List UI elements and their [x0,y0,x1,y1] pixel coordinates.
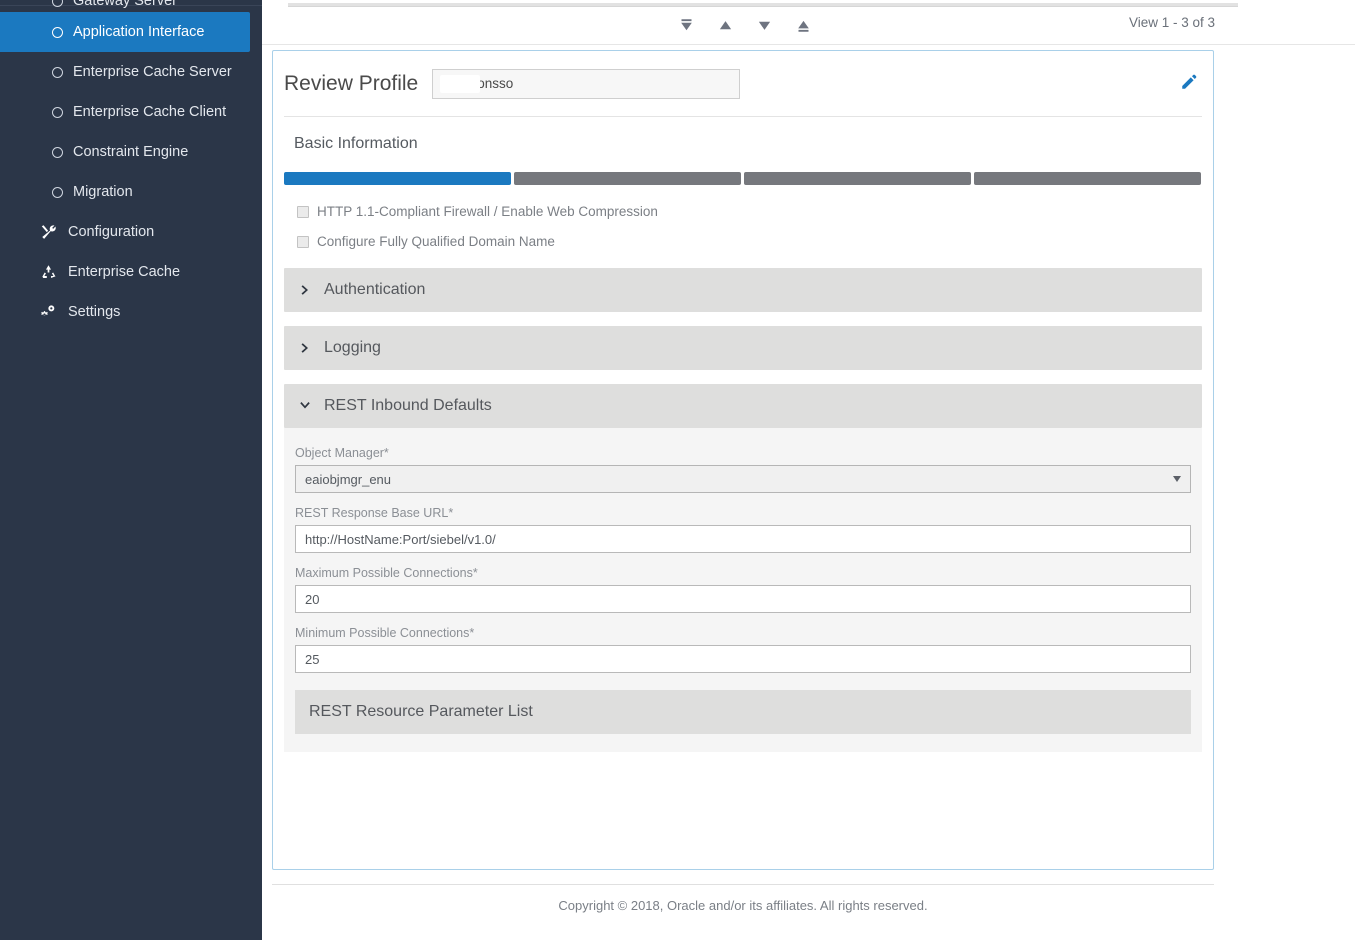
profile-progress-bar [284,172,1201,185]
circle-bullet-icon [52,146,63,158]
sidebar-item-configuration[interactable]: Configuration [0,212,250,252]
field-label: Maximum Possible Connections* [295,566,478,580]
circle-bullet-icon [52,186,63,198]
checkbox-row-fqdn[interactable]: Configure Fully Qualified Domain Name [297,234,1213,249]
chevron-right-icon [298,341,312,355]
sidebar-item-application-interface[interactable]: Application Interface [0,12,250,52]
pagination-count-label: View 1 - 3 of 3 [1128,15,1215,30]
circle-bullet-icon [52,66,63,78]
sidebar-item-label: Enterprise Cache Server [73,64,232,80]
top-panel-edge [262,0,1355,7]
maximum-possible-connections-input[interactable]: 20 [295,585,1191,613]
progress-segment-3 [744,172,971,185]
sidebar-item-list: Application Interface Enterprise Cache S… [0,12,262,332]
checkbox-configure-fqdn[interactable] [297,235,309,248]
sidebar-item-label: Migration [73,184,133,200]
accordion-header-authentication[interactable]: Authentication [284,268,1202,312]
sidebar-item-constraint-engine[interactable]: Constraint Engine [0,132,250,172]
accordion-header-rest-inbound-defaults[interactable]: REST Inbound Defaults [284,384,1202,428]
field-value: http://HostName:Port/siebel/v1.0/ [305,531,496,547]
pagination-button-group [667,11,823,39]
sidebar-item-enterprise-cache-client[interactable]: Enterprise Cache Client [0,92,250,132]
sidebar-item-label: Gateway Server [73,0,177,9]
basic-information-checkbox-group: HTTP 1.1-Compliant Firewall / Enable Web… [297,204,1213,249]
field-value: eaiobjmgr_enu [305,471,392,487]
circle-bullet-icon [52,26,63,38]
field-rest-response-base-url: REST Response Base URL* http://HostName:… [295,506,1191,553]
edit-profile-button[interactable] [1176,71,1202,97]
page-title: Review Profile [284,71,419,95]
field-value: 25 [305,651,320,667]
go-to-last-icon[interactable] [784,11,823,39]
go-to-next-icon[interactable] [745,11,784,39]
rest-inbound-defaults-panel: Object Manager* eaiobjmgr_enu REST Respo… [284,428,1202,752]
minimum-possible-connections-input[interactable]: 25 [295,645,1191,673]
progress-segment-2 [514,172,741,185]
checkbox-row-http-firewall[interactable]: HTTP 1.1-Compliant Firewall / Enable Web… [297,204,1213,219]
sidebar-item-enterprise-cache[interactable]: Enterprise Cache [0,252,250,292]
field-label: REST Response Base URL* [295,506,454,520]
field-maximum-possible-connections: Maximum Possible Connections* 20 [295,566,1191,613]
progress-segment-4 [974,172,1201,185]
redaction-overlay [440,74,481,93]
chevron-down-icon [298,399,312,413]
pencil-edit-icon [1180,73,1198,96]
accordion-group: Authentication Logging REST Inbound Defa… [284,268,1202,752]
circle-bullet-icon [52,0,63,7]
chevron-down-icon [1173,476,1181,482]
application-root: Gateway Server Application Interface Ent… [0,0,1355,940]
progress-segment-1 [284,172,511,185]
field-object-manager: Object Manager* eaiobjmgr_enu [295,446,1191,493]
accordion-header-logging[interactable]: Logging [284,326,1202,370]
card-header: Review Profile _all_nonsso [284,51,1202,117]
field-value: 20 [305,591,320,607]
sidebar-item-settings[interactable]: Settings [0,292,250,332]
accordion-title: Authentication [324,281,426,298]
accordion-title: Logging [324,339,381,356]
sub-panel-title: REST Resource Parameter List [309,703,533,720]
tools-icon [40,224,57,241]
sidebar-item-label: Enterprise Cache [68,264,181,280]
sidebar-item-label: Application Interface [73,24,205,40]
rest-response-base-url-input[interactable]: http://HostName:Port/siebel/v1.0/ [295,525,1191,553]
rest-resource-parameter-list-panel[interactable]: REST Resource Parameter List [295,690,1191,734]
checkbox-label: Configure Fully Qualified Domain Name [317,234,555,249]
go-to-first-icon[interactable] [667,11,706,39]
footer-copyright: Copyright © 2018, Oracle and/or its affi… [558,898,928,913]
accordion-title: REST Inbound Defaults [324,397,492,414]
recycle-icon [40,264,57,281]
sidebar-item-label: Settings [68,304,121,320]
sidebar-item-label: Enterprise Cache Client [73,104,227,120]
chevron-right-icon [298,283,312,297]
circle-bullet-icon [52,106,63,118]
review-profile-card: Review Profile _all_nonsso Basic Informa… [272,50,1214,870]
gears-icon [40,304,57,321]
footer-divider [272,884,1214,885]
field-minimum-possible-connections: Minimum Possible Connections* 25 [295,626,1191,673]
object-manager-select[interactable]: eaiobjmgr_enu [295,465,1191,493]
profile-name-field[interactable]: _all_nonsso [432,68,741,99]
basic-information-heading: Basic Information [294,135,418,152]
go-to-previous-icon[interactable] [706,11,745,39]
checkbox-label: HTTP 1.1-Compliant Firewall / Enable Web… [317,204,658,219]
field-label: Object Manager* [295,446,389,460]
sidebar-item-label: Constraint Engine [73,144,189,160]
sidebar-item-migration[interactable]: Migration [0,172,250,212]
sidebar-item-enterprise-cache-server[interactable]: Enterprise Cache Server [0,52,250,92]
sidebar-item-label: Configuration [68,224,155,240]
record-pagination-bar: View 1 - 3 of 3 [262,7,1355,45]
sidebar-navigation: Gateway Server Application Interface Ent… [0,0,262,940]
checkbox-http-firewall[interactable] [297,205,309,218]
field-label: Minimum Possible Connections* [295,626,475,640]
